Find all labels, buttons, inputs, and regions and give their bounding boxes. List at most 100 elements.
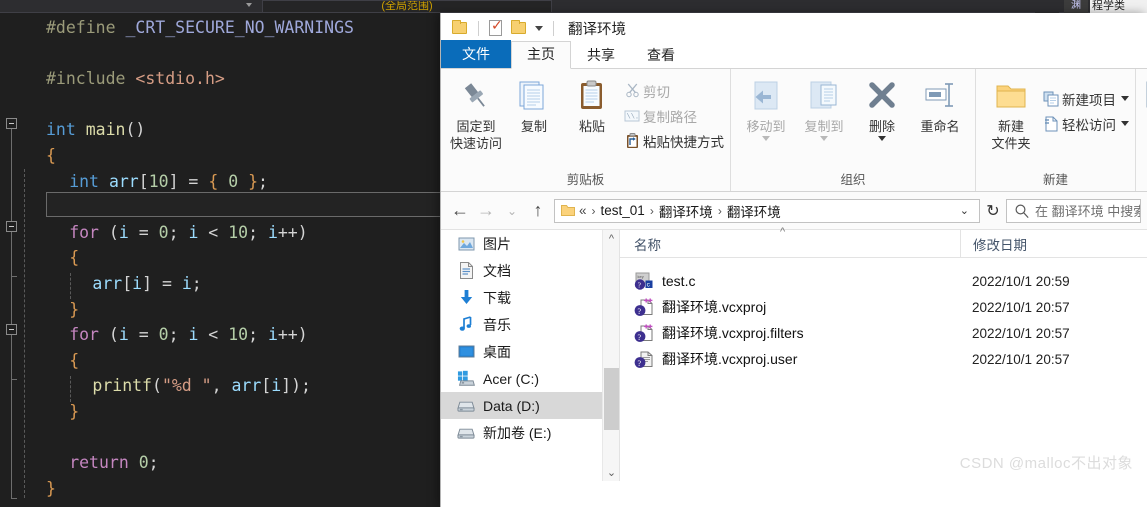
file-row[interactable]: key? c test.c 2022/10/1 20:59 xyxy=(620,268,1147,294)
pin-to-quick-access-button[interactable]: 固定到 快速访问 xyxy=(447,74,505,152)
forward-button[interactable]: → xyxy=(473,198,499,224)
ribbon-tab-home[interactable]: 主页 xyxy=(511,41,571,69)
column-header-date[interactable]: 修改日期 xyxy=(960,230,1027,258)
nav-item-2[interactable]: 下载 xyxy=(441,284,619,311)
code-line[interactable]: #define _CRT_SECURE_NO_WARNINGS xyxy=(46,15,354,41)
nav-item-6[interactable]: Data (D:) xyxy=(441,392,619,419)
file-name-cell: key? c test.c xyxy=(620,272,960,291)
new-folder-button[interactable]: 新建 文件夹 xyxy=(982,74,1040,152)
properties-button[interactable]: 属 xyxy=(1142,74,1147,135)
new-folder-icon[interactable] xyxy=(508,18,528,38)
chevron-down-icon[interactable] xyxy=(820,136,828,141)
code-line[interactable]: } xyxy=(46,476,56,502)
back-button[interactable]: ← xyxy=(447,198,473,224)
code-line[interactable]: } xyxy=(69,399,79,425)
code-token: ( xyxy=(99,325,119,345)
address-breadcrumb-field[interactable]: « › test_01 › 翻译环境 › 翻译环境 ⌄ xyxy=(554,198,980,223)
column-header-name[interactable]: ^ 名称 xyxy=(620,226,960,254)
breadcrumb-item-1[interactable]: 翻译环境 xyxy=(659,201,713,221)
fold-marker-loop1[interactable] xyxy=(6,221,17,232)
code-line[interactable]: for (i = 0; i < 10; i++) xyxy=(69,220,308,246)
ribbon-tab-file[interactable]: 文件 xyxy=(441,40,511,69)
ribbon-group-new: 新建 文件夹 新建项目 轻松访问 新建 xyxy=(976,69,1136,191)
scissors-icon xyxy=(621,83,643,98)
code-line[interactable]: { xyxy=(69,348,79,374)
code-line[interactable]: int arr[10] = { 0 }; xyxy=(69,169,268,195)
rename-button[interactable]: 重命名 xyxy=(911,74,969,135)
ribbon-tab-share[interactable]: 共享 xyxy=(571,42,631,69)
code-line[interactable]: return 0; xyxy=(69,450,158,476)
copy-to-icon xyxy=(807,74,841,118)
vs-toolbar-slot xyxy=(1035,0,1059,13)
code-gutter[interactable] xyxy=(0,13,46,507)
fold-stem-loop2 xyxy=(11,335,12,379)
code-line[interactable]: { xyxy=(46,143,56,169)
scroll-down-icon[interactable]: ⌄ xyxy=(603,464,619,481)
copy-path-button[interactable]: \\.. 复制路径 xyxy=(621,103,724,128)
navigation-scrollbar[interactable]: ^ ⌄ xyxy=(602,230,619,481)
recent-locations-button[interactable]: ⌄ xyxy=(499,198,525,224)
properties-icon[interactable] xyxy=(485,17,505,38)
new-item-button[interactable]: 新建项目 xyxy=(1040,86,1129,111)
copy-button[interactable]: 复制 xyxy=(505,74,563,135)
explorer-content: 图片 文档下载音乐 桌面 Acer (C:) Data (D:) 新加卷 (E:) ^ ⌄… xyxy=(441,226,1147,481)
code-line[interactable]: for (i = 0; i < 10; i++) xyxy=(69,322,308,348)
fold-marker-loop2[interactable] xyxy=(6,324,17,335)
delete-button[interactable]: 删除 xyxy=(853,74,911,141)
chevron-down-icon[interactable] xyxy=(535,25,543,31)
chevron-down-icon[interactable] xyxy=(1121,96,1129,101)
breadcrumb-item-2[interactable]: 翻译环境 xyxy=(727,201,781,221)
file-row[interactable]: ? 翻译环境.vcxproj.filters 2022/10/1 20:57 xyxy=(620,320,1147,346)
up-button[interactable]: ↑ xyxy=(525,198,551,224)
move-to-label: 移动到 xyxy=(746,119,786,134)
code-token: ; xyxy=(258,171,268,191)
scroll-up-icon[interactable]: ^ xyxy=(603,230,619,247)
chevron-down-icon[interactable] xyxy=(246,3,252,7)
chevron-down-icon[interactable] xyxy=(762,136,770,141)
chevron-down-icon[interactable]: ⌄ xyxy=(954,204,975,217)
paste-shortcut-button[interactable]: 粘贴快捷方式 xyxy=(621,128,724,153)
refresh-button[interactable]: ↻ xyxy=(980,199,1006,223)
move-to-button[interactable]: 移动到 xyxy=(737,74,795,141)
file-name-label: 翻译环境.vcxproj.filters xyxy=(662,325,804,341)
breadcrumb-prefix: « xyxy=(579,203,587,218)
nav-item-1[interactable]: 文档 xyxy=(441,257,619,284)
code-token: <stdio.h> xyxy=(135,69,225,89)
nav-item-0[interactable]: 图片 xyxy=(441,230,619,257)
desktop-icon xyxy=(457,343,475,361)
nav-item-3[interactable]: 音乐 xyxy=(441,311,619,338)
code-line[interactable]: printf("%d ", arr[i]); xyxy=(92,373,311,399)
chevron-down-icon[interactable] xyxy=(878,136,886,141)
copy-label: 复制 xyxy=(520,119,547,134)
nav-item-7[interactable]: 新加卷 (E:) xyxy=(441,419,619,446)
fold-marker-main[interactable] xyxy=(6,118,17,129)
cut-button[interactable]: 剪切 xyxy=(621,78,724,103)
nav-item-5[interactable]: Acer (C:) xyxy=(441,365,619,392)
code-line[interactable]: } xyxy=(69,297,79,323)
nav-item-label: 下载 xyxy=(483,289,511,306)
code-line[interactable]: int main() xyxy=(46,117,145,143)
vs-tool-window-tab[interactable]: 程学类 xyxy=(1090,0,1147,13)
code-line[interactable]: { xyxy=(69,245,79,271)
chevron-down-icon[interactable] xyxy=(1121,121,1129,126)
code-line[interactable]: #include <stdio.h> xyxy=(46,66,225,92)
scope-dropdown[interactable]: (全局范围) xyxy=(262,0,552,13)
search-input[interactable]: 在 翻译环境 中搜索 xyxy=(1006,198,1141,223)
column-header-date-label: 修改日期 xyxy=(973,238,1027,253)
breadcrumb-item-0[interactable]: test_01 xyxy=(601,203,645,218)
file-date-cell: 2022/10/1 20:57 xyxy=(972,325,1070,341)
navigation-scrollbar-thumb[interactable] xyxy=(604,368,619,430)
code-token: ; xyxy=(248,222,268,242)
paste-button[interactable]: 粘贴 xyxy=(563,74,621,135)
ribbon-tab-view[interactable]: 查看 xyxy=(631,42,691,69)
drive-icon xyxy=(457,424,475,442)
easy-access-button[interactable]: 轻松访问 xyxy=(1040,111,1129,136)
indent-guide-2a xyxy=(70,273,71,299)
nav-item-4[interactable]: 桌面 xyxy=(441,338,619,365)
folder-icon[interactable] xyxy=(449,18,469,38)
file-row[interactable]: ? 翻译环境.vcxproj.user 2022/10/1 20:57 xyxy=(620,346,1147,372)
copy-to-button[interactable]: 复制到 xyxy=(795,74,853,141)
window-title: 翻译环境 xyxy=(568,21,626,38)
file-row[interactable]: ? 翻译环境.vcxproj 2022/10/1 20:57 xyxy=(620,294,1147,320)
code-line[interactable]: arr[i] = i; xyxy=(92,271,201,297)
